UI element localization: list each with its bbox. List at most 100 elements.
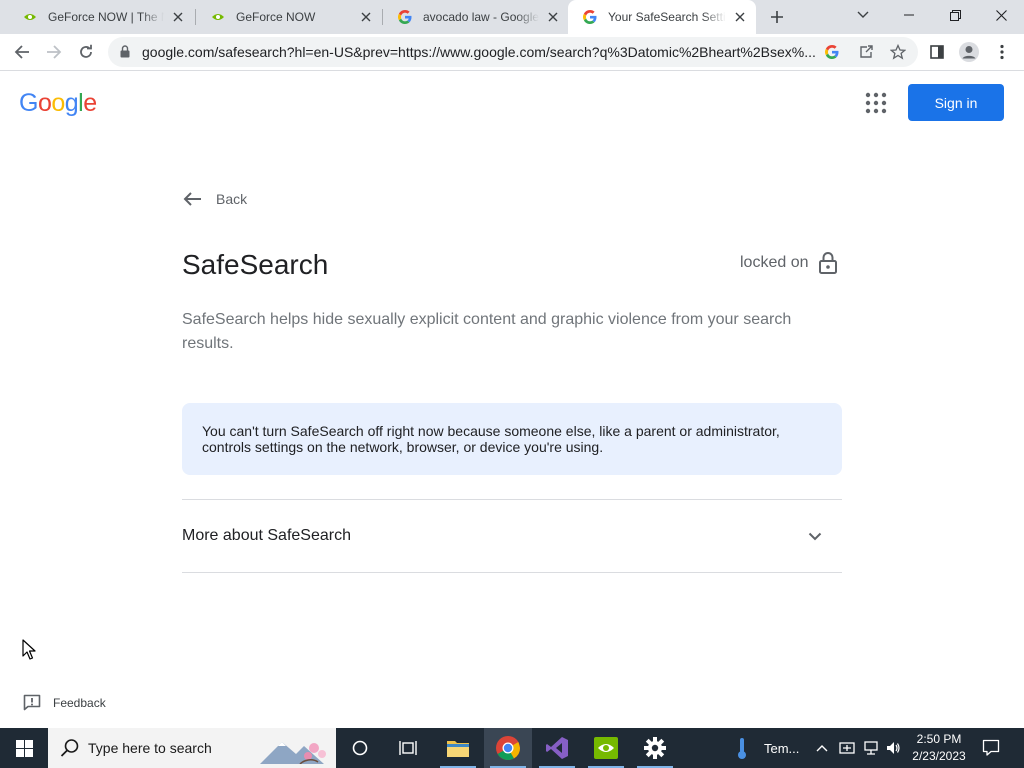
back-nav-button[interactable] bbox=[8, 38, 36, 66]
more-about-safesearch-expander[interactable]: More about SafeSearch bbox=[182, 500, 842, 572]
logo-letter: o bbox=[51, 89, 65, 117]
tab-strip: GeForce NOW | The Ne GeForce NOW avocado… bbox=[0, 0, 1024, 34]
taskbar-search-placeholder: Type here to search bbox=[88, 740, 212, 756]
reload-icon bbox=[80, 44, 92, 58]
restore-button[interactable] bbox=[932, 0, 978, 30]
google-icon bbox=[583, 10, 597, 24]
forward-nav-button[interactable] bbox=[40, 38, 68, 66]
avatar-icon bbox=[959, 42, 979, 62]
google-logo[interactable]: Google bbox=[19, 89, 97, 118]
security-status-icon bbox=[839, 742, 855, 754]
tab-title: GeForce NOW | The Ne bbox=[48, 10, 164, 24]
nvidia-icon bbox=[212, 14, 224, 20]
tab-title: GeForce NOW bbox=[236, 10, 316, 24]
speaker-icon bbox=[887, 742, 900, 754]
clock-date: 2/23/2023 bbox=[912, 749, 966, 763]
back-link[interactable]: Back bbox=[182, 187, 247, 211]
weather-label: Tem... bbox=[764, 740, 800, 756]
profile-button[interactable] bbox=[955, 38, 983, 66]
tray-security-icon[interactable] bbox=[836, 728, 858, 768]
google-icon bbox=[398, 10, 412, 24]
windows-logo-icon bbox=[15, 739, 33, 757]
feedback-link[interactable]: Feedback bbox=[23, 694, 106, 711]
logo-letter: G bbox=[19, 89, 38, 117]
arrow-left-icon bbox=[14, 45, 29, 59]
action-center-button[interactable] bbox=[976, 728, 1006, 768]
close-tab-icon[interactable] bbox=[170, 9, 186, 25]
more-vert-icon bbox=[1000, 44, 1004, 60]
close-tab-icon[interactable] bbox=[358, 9, 374, 25]
taskbar-clock[interactable]: 2:50 PM 2/23/2023 bbox=[906, 731, 972, 765]
tab-avocado-law[interactable]: avocado law - Google bbox=[383, 0, 569, 34]
reload-button[interactable] bbox=[72, 38, 100, 66]
new-tab-button[interactable] bbox=[766, 6, 788, 28]
google-lens-icon[interactable] bbox=[822, 42, 842, 62]
logo-letter: g bbox=[64, 89, 79, 117]
nvidia-icon bbox=[594, 737, 618, 759]
restore-icon bbox=[949, 9, 961, 21]
tab-safesearch-settings[interactable]: Your SafeSearch Settin bbox=[568, 0, 756, 34]
tab-geforce-now-2[interactable]: GeForce NOW bbox=[196, 0, 382, 34]
chevron-down-icon bbox=[857, 11, 869, 18]
weather-widget-icon-button[interactable] bbox=[718, 728, 766, 768]
lock-status-label: locked on bbox=[740, 254, 809, 271]
gear-icon bbox=[644, 737, 666, 759]
taskbar-search-box[interactable]: Type here to search bbox=[48, 728, 336, 768]
arrow-right-icon bbox=[47, 45, 62, 59]
sign-in-button[interactable]: Sign in bbox=[908, 84, 1004, 121]
start-button[interactable] bbox=[0, 728, 48, 768]
network-icon bbox=[864, 741, 878, 755]
locked-notice: You can't turn SafeSearch off right now … bbox=[182, 403, 842, 475]
chevron-up-icon bbox=[816, 745, 828, 752]
mouse-cursor-icon bbox=[22, 639, 36, 660]
feedback-label: Feedback bbox=[53, 695, 106, 710]
clock-time: 2:50 PM bbox=[916, 732, 962, 746]
page-title: SafeSearch bbox=[182, 249, 329, 280]
show-hidden-icons-button[interactable] bbox=[810, 728, 834, 768]
google-apps-icon[interactable] bbox=[865, 92, 887, 114]
lock-icon bbox=[120, 45, 130, 58]
logo-letter: e bbox=[83, 89, 97, 117]
weather-widget[interactable]: Tem... bbox=[764, 728, 799, 768]
tray-volume-icon[interactable] bbox=[882, 728, 904, 768]
taskbar-geforce-experience[interactable] bbox=[582, 728, 630, 768]
chevron-down-icon bbox=[808, 532, 822, 540]
close-tab-icon[interactable] bbox=[732, 9, 748, 25]
taskbar-chrome[interactable] bbox=[484, 728, 532, 768]
visual-studio-icon bbox=[546, 737, 568, 759]
feedback-icon bbox=[23, 694, 41, 711]
side-panel-icon bbox=[930, 45, 944, 59]
close-icon bbox=[995, 9, 1007, 21]
browser-toolbar: google.com/safesearch?hl=en-US&prev=http… bbox=[0, 34, 1024, 71]
close-window-button[interactable] bbox=[978, 0, 1024, 30]
address-bar[interactable]: google.com/safesearch?hl=en-US&prev=http… bbox=[108, 37, 918, 67]
minimize-button[interactable] bbox=[886, 0, 932, 30]
thermometer-icon bbox=[738, 738, 746, 759]
locked-notice-text: You can't turn SafeSearch off right now … bbox=[202, 423, 780, 455]
chrome-icon bbox=[496, 736, 520, 761]
task-view-button[interactable] bbox=[384, 728, 432, 768]
search-icon bbox=[60, 739, 79, 757]
chrome-menu-button[interactable] bbox=[988, 38, 1016, 66]
taskbar-visual-studio[interactable] bbox=[533, 728, 581, 768]
arrow-left-icon bbox=[183, 192, 201, 206]
close-tab-icon[interactable] bbox=[545, 9, 561, 25]
folder-icon bbox=[447, 741, 469, 757]
tab-search-button[interactable] bbox=[840, 0, 886, 30]
side-panel-button[interactable] bbox=[923, 38, 951, 66]
url-text[interactable]: google.com/safesearch?hl=en-US&prev=http… bbox=[142, 44, 822, 60]
tray-network-icon[interactable] bbox=[860, 728, 882, 768]
minimize-icon bbox=[904, 14, 914, 16]
safesearch-description: SafeSearch helps hide sexually explicit … bbox=[182, 311, 792, 352]
logo-letter: o bbox=[37, 89, 52, 117]
taskbar-file-explorer[interactable] bbox=[434, 728, 482, 768]
plus-icon bbox=[771, 11, 783, 23]
windows-taskbar: Type here to search Tem... 2:50 PM 2/23/… bbox=[0, 728, 1024, 768]
bookmark-star-icon[interactable] bbox=[888, 42, 908, 62]
cortana-button[interactable] bbox=[336, 728, 384, 768]
lock-status: locked on bbox=[740, 252, 837, 274]
tab-title: avocado law - Google bbox=[423, 10, 539, 24]
taskbar-settings[interactable] bbox=[631, 728, 679, 768]
share-icon[interactable] bbox=[856, 42, 876, 62]
tab-geforce-now-1[interactable]: GeForce NOW | The Ne bbox=[8, 0, 194, 34]
